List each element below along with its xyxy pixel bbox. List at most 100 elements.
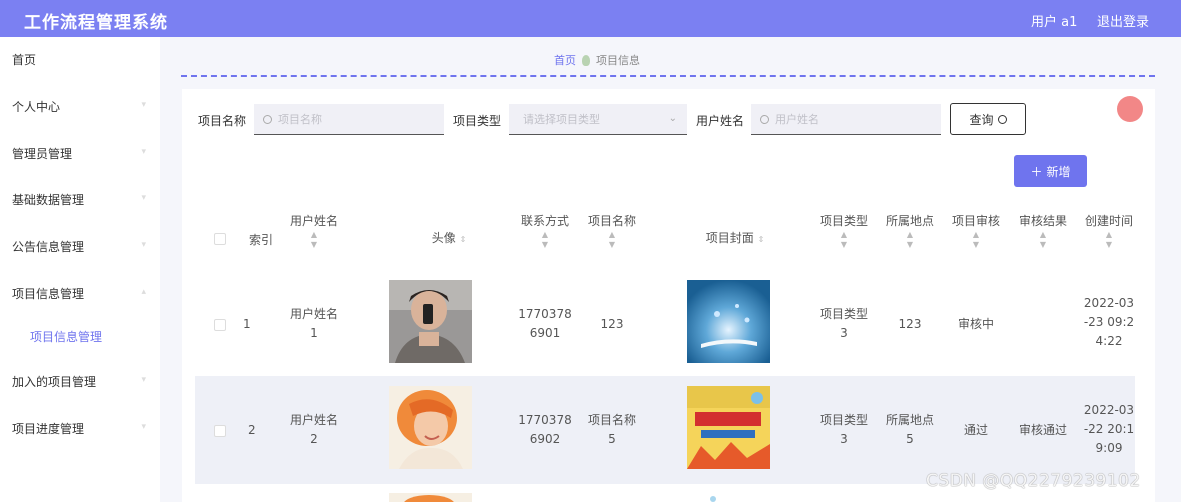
chevron-down-icon: ▾ <box>141 193 146 203</box>
add-button[interactable]: ＋ 新增 <box>1014 155 1087 187</box>
chevron-down-icon: ▾ <box>141 240 146 250</box>
sidebar-item-label: 个人中心 <box>12 99 61 114</box>
cell-project-name: 项目名称 5 <box>587 413 636 446</box>
cell-project-type: 项目类型 3 <box>819 307 868 340</box>
chevron-down-icon: ▾ <box>141 100 146 110</box>
query-button[interactable]: 查询 <box>950 103 1026 135</box>
project-cover-image <box>687 492 770 502</box>
chevron-down-icon: ⌄ <box>668 113 677 124</box>
sidebar-item-admin-management[interactable]: 管理员管理 ▾ <box>0 133 160 173</box>
cell-created-time: 2022-03 -22 20:1 9:09 <box>1083 403 1135 455</box>
project-cover-image <box>687 280 770 363</box>
cell-project-name: 123 <box>600 317 624 331</box>
breadcrumb-current: 项目信息 <box>596 54 640 67</box>
breadcrumb: 首页 项目信息 <box>554 52 640 68</box>
query-button-label: 查询 <box>969 112 994 127</box>
user-name-input[interactable]: 用户姓名 <box>751 104 941 135</box>
sidebar-item-basic-data[interactable]: 基础数据管理 ▾ <box>0 179 160 219</box>
search-icon <box>760 114 769 124</box>
sort-icon: ▲ ▼ <box>1039 230 1047 249</box>
sidebar-item-home[interactable]: 首页 <box>0 39 160 79</box>
column-header-created-time[interactable]: 创建时间 ▲ ▼ <box>1078 213 1140 250</box>
column-header-contact[interactable]: 联系方式 ▲ ▼ <box>513 213 577 250</box>
add-button-label: 新增 <box>1046 164 1071 179</box>
cell-index: 2 <box>248 423 256 437</box>
sidebar-item-label: 首页 <box>12 52 37 67</box>
cell-index: 1 <box>243 317 251 331</box>
sidebar-item-label: 项目进度管理 <box>12 421 85 436</box>
cell-audit-status: 通过 <box>963 423 988 437</box>
app-title: 工作流程管理系统 <box>24 13 168 33</box>
project-name-placeholder: 项目名称 <box>278 113 322 126</box>
project-name-label: 项目名称 <box>198 114 247 128</box>
mouse-cursor-highlight <box>1117 96 1143 122</box>
sidebar: 首页 个人中心 ▾ 管理员管理 ▾ 基础数据管理 ▾ 公告信息管理 ▾ 项目信息… <box>0 37 160 502</box>
sidebar-item-project-progress[interactable]: 项目进度管理 ▾ <box>0 408 160 448</box>
cell-location: 所属地点 5 <box>885 413 934 446</box>
column-header-project-cover[interactable]: 项目封面 ⇕ <box>685 230 785 248</box>
sort-icon: ▲ ▼ <box>608 230 616 249</box>
current-user-label: 用户 a1 <box>1031 15 1078 30</box>
avatar-image <box>389 280 472 363</box>
sidebar-item-joined-projects[interactable]: 加入的项目管理 ▾ <box>0 361 160 401</box>
sidebar-item-project-info[interactable]: 项目信息管理 ▴ <box>0 273 160 313</box>
user-name-placeholder: 用户姓名 <box>775 113 819 126</box>
column-header-project-type[interactable]: 项目类型 ▲ ▼ <box>813 213 875 250</box>
cell-location: 123 <box>898 317 922 331</box>
project-cover-image <box>687 386 770 469</box>
column-header-project-audit[interactable]: 项目审核 ▲ ▼ <box>945 213 1007 250</box>
sidebar-item-announcements[interactable]: 公告信息管理 ▾ <box>0 226 160 266</box>
project-name-input[interactable]: 项目名称 <box>254 104 444 135</box>
cell-audit-result: 审核通过 <box>1018 423 1067 437</box>
sort-icon: ▲ ▼ <box>1105 230 1113 249</box>
chevron-down-icon: ▾ <box>141 375 146 385</box>
column-header-user-name[interactable]: 用户姓名 ▲ ▼ <box>284 213 344 250</box>
column-header-location[interactable]: 所属地点 ▲ ▼ <box>879 213 941 250</box>
project-type-placeholder: 请选择项目类型 <box>523 113 600 126</box>
sort-icon: ▲ ▼ <box>541 230 549 249</box>
sort-icon: ⇕ <box>459 235 467 244</box>
cell-contact: 1770378 6901 <box>518 307 572 340</box>
watermark: CSDN @QQ2279239102 <box>926 471 1141 491</box>
row-checkbox[interactable] <box>214 319 226 331</box>
search-icon <box>997 114 1007 124</box>
breadcrumb-home[interactable]: 首页 <box>554 52 576 68</box>
sidebar-item-label: 项目信息管理 <box>12 286 85 301</box>
plus-icon: ＋ <box>1030 164 1043 179</box>
project-type-select[interactable]: 请选择项目类型 ⌄ <box>509 104 687 135</box>
column-header-index[interactable]: 索引 <box>243 232 279 249</box>
chevron-down-icon: ▾ <box>141 147 146 157</box>
sidebar-item-label: 管理员管理 <box>12 146 73 161</box>
column-header-project-name[interactable]: 项目名称 ▲ ▼ <box>582 213 642 250</box>
cell-user-name: 用户姓名 2 <box>289 413 338 446</box>
select-all-checkbox[interactable] <box>214 233 226 245</box>
chevron-down-icon: ▾ <box>141 422 146 432</box>
sort-icon: ▲ ▼ <box>840 230 848 249</box>
cell-created-time: 2022-03 -23 09:2 4:22 <box>1083 296 1135 348</box>
main-content: 首页 项目信息 项目名称 项目名称 项目类型 请选择项目类型 ⌄ 用户姓名 用户… <box>160 37 1181 502</box>
logout-link[interactable]: 退出登录 <box>1097 11 1149 30</box>
column-header-avatar[interactable]: 头像 ⇕ <box>399 230 499 248</box>
sidebar-item-label: 加入的项目管理 <box>12 374 97 389</box>
avatar-image <box>389 492 472 502</box>
column-header-audit-result[interactable]: 审核结果 ▲ ▼ <box>1012 213 1074 250</box>
top-header: 工作流程管理系统 用户 a1 退出登录 <box>0 0 1181 37</box>
row-checkbox[interactable] <box>214 425 226 437</box>
sidebar-item-label: 基础数据管理 <box>12 192 85 207</box>
chevron-up-icon: ▴ <box>141 287 146 297</box>
sidebar-subitem-project-info-management[interactable]: 项目信息管理 <box>0 316 160 356</box>
sidebar-item-label: 项目信息管理 <box>30 329 103 344</box>
sort-icon: ▲ ▼ <box>310 230 318 249</box>
project-type-label: 项目类型 <box>453 114 502 128</box>
leaf-separator-icon <box>582 54 590 66</box>
cell-audit-status: 审核中 <box>957 317 994 331</box>
sort-icon: ▲ ▼ <box>906 230 914 249</box>
cell-project-type: 项目类型 3 <box>819 413 868 446</box>
sidebar-item-label: 公告信息管理 <box>12 239 85 254</box>
cell-contact: 1770378 6902 <box>518 413 572 446</box>
user-name-label: 用户姓名 <box>696 114 745 128</box>
sidebar-item-personal-center[interactable]: 个人中心 ▾ <box>0 86 160 126</box>
avatar-image <box>389 386 472 469</box>
sort-icon: ⇕ <box>757 235 765 244</box>
search-icon <box>263 114 272 124</box>
